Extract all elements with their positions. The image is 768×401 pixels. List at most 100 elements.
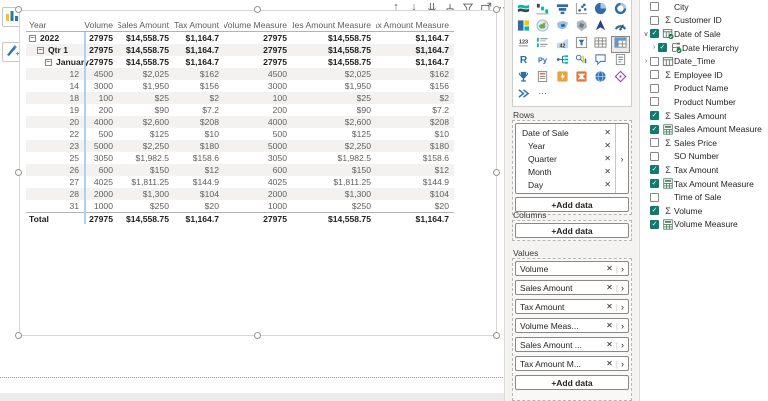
- collapse-icon[interactable]: [45, 58, 52, 66]
- resize-handle-bottom-right[interactable]: [493, 332, 500, 339]
- kpi-visual-button[interactable]: 42: [553, 36, 572, 53]
- field-item-tax-amount[interactable]: ✓ Σ Tax Amount: [640, 163, 768, 177]
- remove-field-icon[interactable]: ✕: [604, 128, 611, 137]
- expand-chevron-icon[interactable]: ›: [650, 44, 658, 51]
- matrix-column-header[interactable]: Sales Amount Measure: [292, 18, 376, 32]
- field-options-chevron-icon[interactable]: ›: [621, 283, 624, 293]
- resize-handle-bottom-mid[interactable]: [254, 332, 261, 339]
- field-checkbox[interactable]: [650, 56, 659, 66]
- field-checkbox[interactable]: ✓: [650, 219, 659, 229]
- resize-handle-top-right[interactable]: [493, 6, 500, 13]
- field-checkbox[interactable]: [650, 70, 659, 80]
- collapse-icon[interactable]: [37, 46, 44, 54]
- expand-chevron-icon[interactable]: ›: [642, 58, 650, 65]
- matrix-row-header[interactable]: 28: [26, 188, 84, 200]
- remove-field-icon[interactable]: ✕: [606, 264, 613, 273]
- matrix-row-header[interactable]: 12: [26, 68, 84, 80]
- matrix-column-header[interactable]: Year: [26, 18, 84, 32]
- field-item-sales-price[interactable]: Σ Sales Price: [640, 136, 768, 150]
- python-visual-visual-button[interactable]: Py: [533, 53, 552, 70]
- map-visual-button[interactable]: [533, 18, 552, 36]
- field-item-date-time[interactable]: › Date_Time: [640, 54, 768, 68]
- key-influencers-visual-button[interactable]: [572, 53, 591, 70]
- table-visual-button[interactable]: [591, 36, 610, 53]
- rows-field-day[interactable]: Day ✕: [516, 178, 615, 191]
- remove-field-icon[interactable]: ✕: [604, 167, 611, 176]
- streaming-visual-visual-button[interactable]: [514, 87, 533, 104]
- field-checkbox[interactable]: [650, 83, 659, 93]
- report-canvas[interactable]: + ↑↓⇊⋯ YearVolumeSales AmountTax AmountV…: [0, 0, 510, 401]
- rows-field-year[interactable]: Year ✕: [516, 139, 615, 152]
- arcgis-map-visual-button[interactable]: [591, 19, 610, 36]
- field-checkbox[interactable]: ✓: [650, 124, 659, 134]
- field-options-chevron-icon[interactable]: ›: [621, 321, 624, 331]
- power-automate-visual-button[interactable]: [572, 70, 591, 87]
- card-visual-button[interactable]: 123: [514, 36, 533, 53]
- remove-field-icon[interactable]: ✕: [604, 154, 611, 163]
- matrix-row-header[interactable]: Total: [26, 212, 84, 224]
- smart-narrative-visual-button[interactable]: [611, 53, 630, 70]
- matrix-row-header[interactable]: 26: [26, 164, 84, 176]
- matrix-row-header[interactable]: 20: [26, 116, 84, 128]
- matrix-column-header[interactable]: Tax Amount: [174, 18, 224, 32]
- matrix-visual-container[interactable]: Year Volume Sales Amount Tax Amount Volume M…: [19, 10, 497, 336]
- multi-row-card-visual-button[interactable]: [533, 36, 552, 53]
- matrix-row-header[interactable]: 22: [26, 128, 84, 140]
- collapse-icon[interactable]: [29, 34, 36, 42]
- scatter-chart-visual-button[interactable]: [572, 2, 591, 19]
- field-item-employee-id[interactable]: Σ Employee ID: [640, 68, 768, 82]
- values-field-sales-amount-[interactable]: Sales Amount ... ✕ | ›: [515, 337, 629, 352]
- remove-field-icon[interactable]: ✕: [606, 321, 613, 330]
- more-visuals-visual-button[interactable]: ⋯: [533, 87, 552, 104]
- globe-visual-visual-button[interactable]: [591, 70, 610, 87]
- slicer-visual-button[interactable]: [572, 36, 591, 53]
- field-checkbox[interactable]: [650, 15, 659, 25]
- columns-well[interactable]: +Add data: [512, 220, 632, 241]
- field-options-chevron-icon[interactable]: ›: [621, 359, 624, 369]
- field-item-product-name[interactable]: Product Name: [640, 82, 768, 96]
- remove-field-icon[interactable]: ✕: [604, 180, 611, 189]
- matrix-column-header[interactable]: Volume Measure: [224, 18, 292, 32]
- field-checkbox[interactable]: [650, 192, 659, 202]
- pie-chart-visual-button[interactable]: [591, 2, 610, 19]
- qa-visual-visual-button[interactable]: [591, 53, 610, 70]
- matrix-row-header[interactable]: January: [26, 56, 89, 68]
- remove-field-icon[interactable]: ✕: [604, 141, 611, 150]
- matrix-column-header[interactable]: Volume: [84, 18, 118, 32]
- field-options-chevron-icon[interactable]: ›: [621, 264, 624, 274]
- rows-field-quarter[interactable]: Quarter ✕: [516, 152, 615, 165]
- resize-handle-top-left[interactable]: [15, 6, 22, 13]
- field-checkbox[interactable]: [650, 151, 659, 161]
- field-checkbox[interactable]: ✓: [650, 206, 659, 216]
- field-options-chevron-icon[interactable]: ›: [621, 302, 624, 312]
- matrix-row-header[interactable]: 2022: [26, 32, 84, 44]
- remove-field-icon[interactable]: ✕: [606, 283, 613, 292]
- field-item-volume[interactable]: ✓ Σ Volume: [640, 204, 768, 218]
- field-options-chevron-icon[interactable]: ›: [621, 340, 624, 350]
- field-checkbox[interactable]: [650, 2, 659, 12]
- field-item-date-of-sale[interactable]: ∨ ✓ Date of Sale: [640, 27, 768, 41]
- values-well[interactable]: Volume ✕ | › Sales Amount ✕ | › Tax Amount ✕ | › Vol…: [512, 258, 632, 401]
- field-checkbox[interactable]: ✓: [650, 179, 659, 189]
- matrix-row-header[interactable]: Qtr 1: [26, 44, 84, 56]
- matrix-column-header[interactable]: Sales Amount: [118, 18, 174, 32]
- matrix-row-header[interactable]: 14: [26, 80, 84, 92]
- shape-map-visual-button[interactable]: [572, 19, 591, 36]
- remove-field-icon[interactable]: ✕: [606, 359, 613, 368]
- field-item-sales-amount-measure[interactable]: ✓ Sales Amount Measure: [640, 122, 768, 136]
- rows-hierarchy-expand-chevron[interactable]: ›: [615, 124, 628, 193]
- field-item-so-number[interactable]: SO Number: [640, 150, 768, 164]
- field-item-volume-measure[interactable]: ✓ Volume Measure: [640, 218, 768, 232]
- values-field-tax-amount-m-[interactable]: Tax Amount M... ✕ | ›: [515, 356, 629, 371]
- expand-chevron-icon[interactable]: ∨: [642, 30, 650, 38]
- matrix-column-header[interactable]: Tax Amount Measure: [376, 18, 454, 32]
- donut-chart-visual-button[interactable]: [611, 2, 630, 19]
- resize-handle-right-mid[interactable]: [493, 169, 500, 176]
- field-item-customer-id[interactable]: Σ Customer ID: [640, 14, 768, 28]
- rows-well[interactable]: Date of Sale ✕ Year ✕ Quarter ✕ Month ✕ Day ✕ › +…: [512, 120, 632, 215]
- field-item-tax-amount-measure[interactable]: ✓ Tax Amount Measure: [640, 177, 768, 191]
- values-field-tax-amount[interactable]: Tax Amount ✕ | ›: [515, 299, 629, 314]
- field-checkbox[interactable]: ✓: [658, 43, 667, 53]
- field-item-date-hierarchy[interactable]: › ✓ Date Hierarchy: [640, 41, 768, 55]
- funnel-chart-visual-button[interactable]: [553, 2, 572, 19]
